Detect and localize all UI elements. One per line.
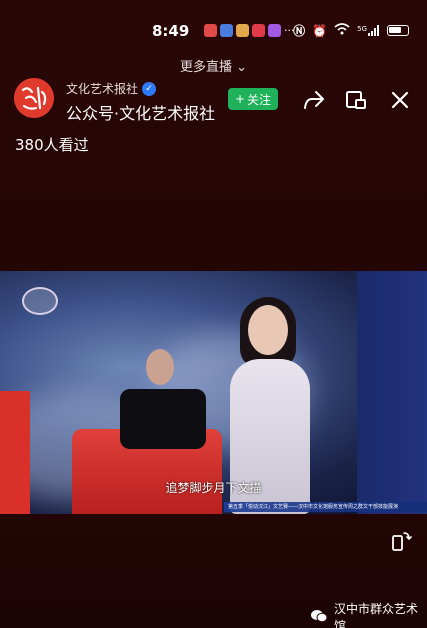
- plus-icon: +: [234, 92, 246, 106]
- signal-icon: 5G: [357, 25, 380, 36]
- account-logo[interactable]: [14, 78, 54, 118]
- verified-icon: ✓: [142, 81, 157, 96]
- network-type-label: 5G: [357, 25, 367, 33]
- share-icon[interactable]: [302, 88, 326, 112]
- account-name-label: 文化艺术报社: [66, 82, 139, 96]
- status-time: 8:49: [152, 22, 190, 40]
- account-title[interactable]: 公众号·文化艺术报社: [66, 100, 215, 124]
- dancer-figure: [120, 389, 206, 449]
- dancer-figure: [146, 349, 174, 385]
- alarm-icon: ⏰: [312, 23, 328, 38]
- wifi-icon: [334, 23, 350, 38]
- account-name[interactable]: 文化艺术报社 ✓: [66, 80, 157, 97]
- battery-icon: [387, 25, 409, 36]
- logo-calligraphy-icon: [14, 78, 54, 118]
- wechat-icon: [310, 609, 328, 626]
- app-notification-icon: [220, 24, 233, 37]
- channel-logo-icon: [22, 287, 58, 315]
- follow-label: 关注: [247, 92, 272, 107]
- app-notification-icon: [204, 24, 217, 37]
- watermark-label: 汉中市群众艺术馆: [334, 602, 419, 628]
- nfc-icon: Ⓝ: [293, 24, 306, 38]
- app-notification-icon: [268, 24, 281, 37]
- video-banner: 第五季「悦动汉江」文艺赛——汉中市文化馆服务宣传周之群文干部技能展演: [224, 502, 427, 512]
- chevron-down-icon: ⌄: [236, 60, 248, 75]
- more-live-button[interactable]: 更多直播 ⌄: [0, 56, 427, 75]
- source-watermark: 汉中市群众艺术馆: [310, 600, 427, 628]
- close-icon[interactable]: [388, 88, 412, 112]
- notification-icons: ···: [204, 24, 295, 37]
- video-subtitle: 追梦脚步月下文描: [165, 481, 262, 495]
- more-live-label: 更多直播: [179, 60, 232, 75]
- follow-button[interactable]: + 关注: [228, 88, 278, 110]
- app-notification-icon: [252, 24, 265, 37]
- singer-figure: [248, 305, 288, 355]
- video-player[interactable]: 追梦脚步月下文描 第五季「悦动汉江」文艺赛——汉中市文化馆服务宣传周之群文干部技…: [0, 271, 427, 514]
- view-count: 380人看过: [15, 136, 89, 154]
- status-bar: 8:49 ··· Ⓝ ⏰ 5G: [0, 0, 427, 52]
- app-notification-icon: [236, 24, 249, 37]
- system-icons: Ⓝ ⏰ 5G: [293, 22, 409, 39]
- stage-curtain: [357, 271, 427, 514]
- account-header: 文化艺术报社 ✓ 公众号·文化艺术报社 + 关注: [0, 78, 427, 124]
- picture-in-picture-icon[interactable]: [344, 88, 368, 112]
- rotate-screen-icon[interactable]: [390, 530, 412, 552]
